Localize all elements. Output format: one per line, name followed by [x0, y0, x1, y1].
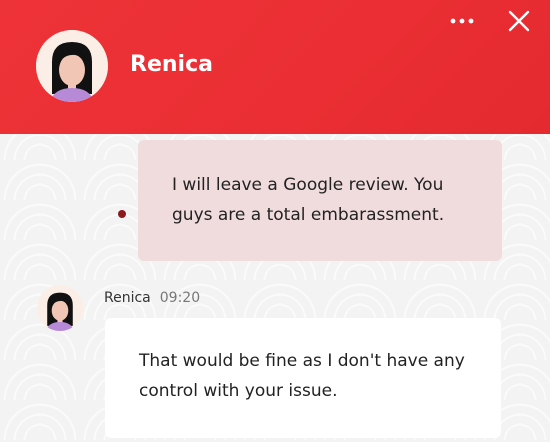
close-icon[interactable]: [506, 8, 532, 34]
agent-message-text: That would be fine as I don't have any c…: [139, 351, 465, 401]
message-timestamp: 09:20: [159, 290, 201, 306]
agent-message-meta: Renica 09:20: [104, 290, 200, 306]
agent-avatar: [36, 30, 108, 102]
chat-window: Renica I will leave a Google review. You…: [0, 0, 550, 442]
user-message-bubble: I will leave a Google review. You guys a…: [138, 140, 502, 261]
chat-header: Renica: [0, 0, 550, 134]
message-status-dot: [118, 210, 126, 218]
user-message-text: I will leave a Google review. You guys a…: [172, 175, 445, 225]
sender-name: Renica: [104, 290, 151, 306]
agent-avatar-small: [37, 285, 83, 331]
agent-name: Renica: [130, 52, 213, 77]
agent-message-bubble: That would be fine as I don't have any c…: [105, 318, 501, 438]
more-horizontal-icon[interactable]: [446, 8, 478, 34]
